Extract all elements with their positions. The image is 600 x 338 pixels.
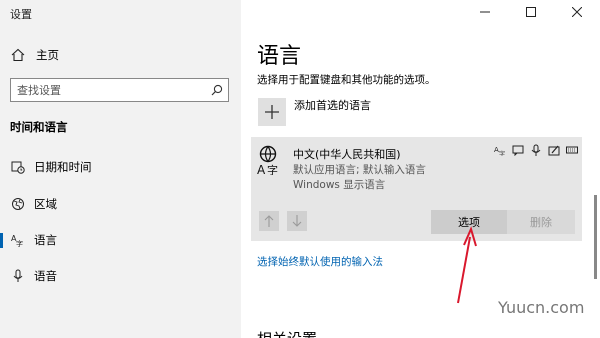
svg-text:字: 字 — [499, 150, 505, 156]
sidebar-item-label: 日期和时间 — [34, 160, 92, 174]
sidebar-item-label: 语言 — [34, 233, 57, 247]
scrollbar[interactable] — [594, 195, 597, 279]
language-glyph-icon: A 字 — [257, 145, 283, 177]
search-input[interactable] — [11, 79, 206, 101]
globe-region-icon — [10, 196, 26, 212]
calendar-clock-icon — [10, 159, 26, 175]
close-icon — [572, 7, 582, 17]
active-indicator — [0, 233, 3, 248]
svg-text:字: 字 — [16, 239, 23, 247]
nav-home-label: 主页 — [36, 48, 59, 62]
minimize-icon — [480, 11, 490, 13]
home-icon — [10, 47, 26, 63]
svg-text:A: A — [257, 163, 266, 175]
plus-icon — [258, 98, 286, 126]
speech-bubble-icon — [511, 143, 524, 156]
feature-icons: A字 — [493, 143, 578, 156]
maximize-icon — [526, 7, 536, 17]
sidebar-item-region[interactable]: 区域 — [0, 189, 241, 219]
microphone-icon — [529, 143, 542, 156]
default-input-method-link[interactable]: 选择始终默认使用的输入法 — [257, 254, 383, 269]
related-settings-heading: 相关设置 — [257, 328, 317, 338]
move-up-button[interactable] — [259, 211, 279, 231]
sidebar-item-label: 语音 — [34, 269, 57, 283]
arrow-up-icon — [264, 215, 274, 227]
arrow-down-icon — [292, 215, 302, 227]
minimize-button[interactable] — [462, 0, 508, 24]
keyboard-icon — [565, 143, 578, 156]
search-icon[interactable] — [206, 79, 228, 101]
page-description: 选择用于配置键盘和其他功能的选项。 — [257, 74, 436, 86]
window-title: 设置 — [10, 8, 32, 21]
add-language-label: 添加首选的语言 — [294, 99, 371, 112]
move-down-button[interactable] — [287, 211, 307, 231]
sidebar-item-datetime[interactable]: 日期和时间 — [0, 152, 241, 182]
language-display: Windows 显示语言 — [293, 179, 386, 191]
language-card[interactable]: A 字 中文(中华人民共和国) 默认应用语言; 默认输入语言 Windows 显… — [251, 137, 582, 241]
search-box[interactable] — [10, 78, 229, 102]
page-title: 语言 — [257, 44, 302, 69]
window-controls — [462, 0, 600, 24]
sidebar-item-language[interactable]: A字 语言 — [0, 225, 241, 255]
svg-text:字: 字 — [267, 163, 278, 175]
remove-button[interactable]: 删除 — [507, 210, 575, 234]
close-button[interactable] — [554, 0, 600, 24]
sidebar: 设置 主页 时间和语言 日期和时间 区域 A字 语言 — [0, 0, 241, 338]
add-language-button[interactable]: 添加首选的语言 — [258, 98, 371, 126]
handwriting-icon — [547, 143, 560, 156]
language-defaults: 默认应用语言; 默认输入语言 — [293, 164, 426, 176]
language-name: 中文(中华人民共和国) — [293, 148, 401, 161]
annotation-arrow — [457, 226, 477, 304]
language-icon: A字 — [10, 232, 26, 248]
section-title: 时间和语言 — [10, 120, 68, 134]
sidebar-item-speech[interactable]: 语音 — [0, 261, 241, 291]
watermark: Yuucn.com — [498, 298, 585, 317]
sidebar-item-label: 区域 — [34, 197, 57, 211]
display-language-icon: A字 — [493, 143, 506, 156]
nav-home[interactable]: 主页 — [0, 40, 241, 70]
maximize-button[interactable] — [508, 0, 554, 24]
microphone-icon — [10, 268, 26, 284]
